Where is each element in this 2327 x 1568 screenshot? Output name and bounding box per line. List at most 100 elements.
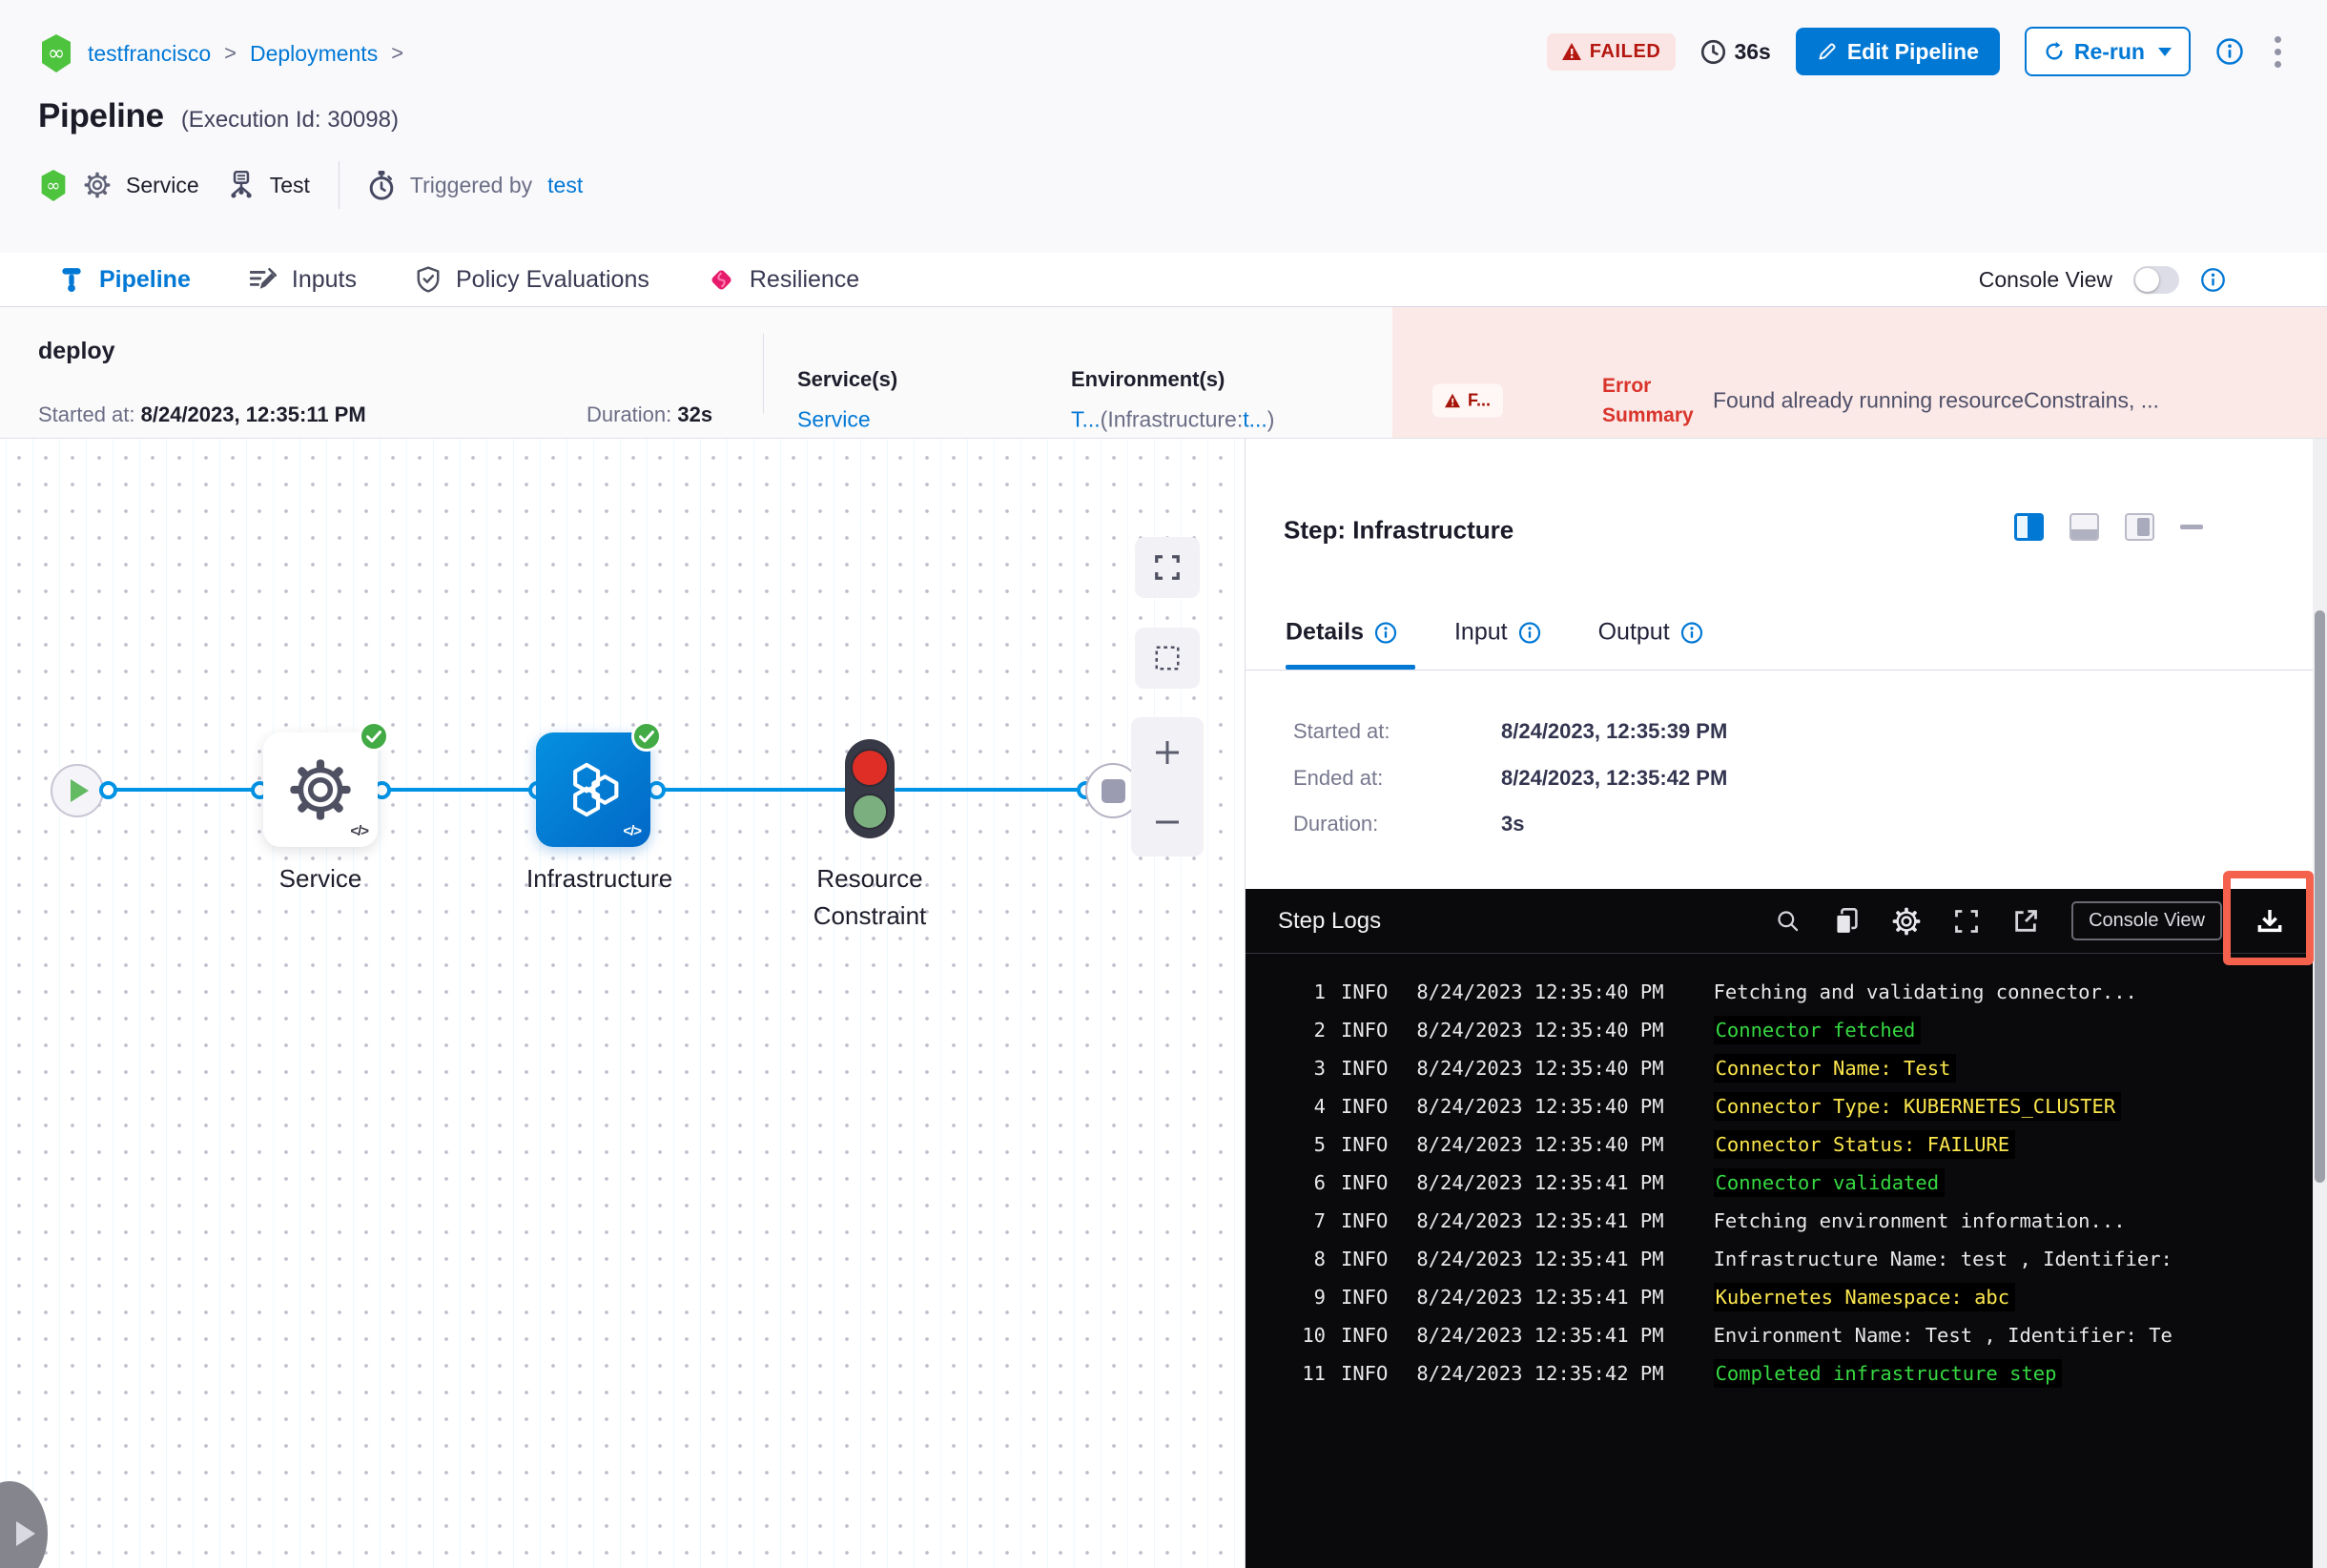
step-logs-title: Step Logs — [1278, 907, 1382, 934]
info-icon[interactable] — [2200, 267, 2226, 293]
marquee-select-button[interactable] — [1135, 628, 1200, 689]
stop-icon — [1101, 778, 1125, 803]
divider — [763, 334, 764, 414]
title-row: Pipeline (Execution Id: 30098) — [38, 97, 399, 135]
log-timestamp: 8/24/2023 12:35:41 PM — [1416, 1324, 1664, 1347]
rerun-button[interactable]: Re-run — [2024, 27, 2191, 76]
resilience-icon — [711, 269, 731, 290]
gear-icon — [290, 759, 351, 820]
log-level: INFO — [1341, 1133, 1389, 1156]
log-level: INFO — [1341, 1019, 1389, 1042]
tab-resilience[interactable]: Resilience — [709, 266, 859, 294]
edit-pipeline-button[interactable]: Edit Pipeline — [1795, 28, 2000, 75]
log-line: 11 INFO 8/24/2023 12:35:42 PM Completed … — [1246, 1354, 2314, 1393]
gear-icon — [1892, 907, 1921, 935]
log-timestamp: 8/24/2023 12:35:41 PM — [1416, 1286, 1664, 1309]
resource-constraint-node[interactable] — [845, 739, 895, 838]
copy-logs-button[interactable] — [1833, 907, 1860, 936]
info-icon[interactable] — [2215, 37, 2244, 66]
warning-icon — [1561, 43, 1581, 60]
scrollbar-thumb[interactable] — [2315, 610, 2325, 1183]
log-message: Environment Name: Test , Identifier: Te — [1713, 1324, 2173, 1347]
zoom-out-button[interactable] — [1131, 787, 1204, 856]
environments-value[interactable]: T...(Infrastructure:t...) — [1071, 407, 1274, 433]
log-message: Kubernetes Namespace: abc — [1713, 1283, 2016, 1311]
code-tag: </> — [350, 823, 369, 839]
log-line: 9 INFO 8/24/2023 12:35:41 PM Kubernetes … — [1246, 1278, 2314, 1316]
bottom-view-button[interactable] — [2070, 513, 2099, 541]
triggered-by-value[interactable]: test — [547, 173, 583, 198]
log-level: INFO — [1341, 1248, 1389, 1270]
services-link[interactable]: Service — [797, 407, 871, 433]
log-message: Connector fetched — [1713, 1016, 1922, 1044]
fullscreen-logs-button[interactable] — [1953, 908, 1980, 935]
tab-policy-evaluations[interactable]: Policy Evaluations — [416, 266, 649, 294]
tab-output[interactable]: Output — [1598, 619, 1703, 647]
log-line: 1 INFO 8/24/2023 12:35:40 PM Fetching an… — [1246, 973, 2314, 1011]
environment-icon — [231, 171, 252, 198]
right-view-button[interactable] — [2125, 513, 2154, 541]
log-line: 7 INFO 8/24/2023 12:35:41 PM Fetching en… — [1246, 1202, 2314, 1240]
download-button-highlight — [2223, 871, 2314, 965]
step-panel-tabs: Details Input Output — [1286, 619, 1703, 647]
open-in-new-button[interactable] — [2012, 908, 2039, 935]
log-level: INFO — [1341, 1324, 1389, 1347]
panel-scrollbar[interactable] — [2313, 439, 2327, 1568]
pipeline-graph-canvas[interactable]: </> Service </> Infrastructure Resource … — [0, 439, 1245, 1568]
search-logs-button[interactable] — [1775, 908, 1801, 934]
zoom-controls — [1131, 717, 1204, 856]
detail-value: 8/24/2023, 12:35:42 PM — [1501, 766, 1728, 790]
service-step-node[interactable]: </> — [263, 721, 389, 847]
minimize-panel-button[interactable] — [2180, 525, 2203, 529]
fullscreen-icon — [1955, 909, 1978, 933]
breadcrumb-deployments-link[interactable]: Deployments — [250, 41, 378, 67]
svg-text:∞: ∞ — [48, 42, 65, 66]
log-settings-button[interactable] — [1892, 907, 1921, 936]
stage-name: deploy — [38, 338, 115, 364]
triggered-by-label: Triggered by — [409, 172, 533, 197]
infrastructure-node-label: Infrastructure — [526, 864, 673, 893]
log-message: Connector validated — [1713, 1168, 1946, 1197]
info-icon — [1518, 621, 1540, 644]
harness-logo-icon: ∞ — [38, 169, 69, 201]
tab-pipeline[interactable]: Pipeline — [59, 266, 191, 294]
log-line: 10 INFO 8/24/2023 12:35:41 PM Environmen… — [1246, 1316, 2314, 1354]
svg-text:∞: ∞ — [46, 175, 60, 196]
more-options-menu[interactable] — [2269, 31, 2287, 73]
log-message: Connector Name: Test — [1713, 1054, 1957, 1083]
gear-icon — [84, 172, 111, 198]
console-view-label: Console View — [1978, 266, 2112, 292]
console-view-button[interactable]: Console View — [2071, 901, 2222, 940]
split-view-button[interactable] — [2014, 513, 2044, 541]
service-name[interactable]: Service — [126, 173, 199, 198]
execution-tab-bar: Pipeline Inputs Policy Evaluations Resil… — [0, 253, 2327, 558]
log-message: Fetching environment information... — [1713, 1209, 2126, 1232]
tab-inputs[interactable]: Inputs — [249, 266, 357, 294]
error-summary-label: Error Summary — [1602, 375, 1694, 426]
tab-details[interactable]: Details — [1286, 619, 1397, 647]
environment-name[interactable]: Test — [270, 173, 310, 198]
zoom-in-button[interactable] — [1131, 717, 1204, 787]
panel-layout-controls — [2014, 513, 2203, 541]
error-summary-region — [1392, 307, 2327, 438]
pipeline-execution-screen: ∞ testfrancisco > Deployments > FAILED 3… — [0, 0, 2327, 1568]
console-view-toggle[interactable] — [2133, 265, 2179, 294]
log-line-number: 9 — [1313, 1286, 1326, 1309]
detail-value: 3s — [1501, 812, 1525, 836]
log-timestamp: 8/24/2023 12:35:41 PM — [1416, 1248, 1664, 1270]
pipeline-icon — [62, 268, 81, 293]
log-lines[interactable]: 1 INFO 8/24/2023 12:35:40 PM Fetching an… — [1246, 973, 2314, 1393]
log-line: 4 INFO 8/24/2023 12:35:40 PM Connector T… — [1246, 1087, 2314, 1125]
header-actions: FAILED 36s Edit Pipeline Re-run — [1546, 27, 2287, 76]
infrastructure-step-node[interactable]: </> — [536, 721, 662, 847]
log-line-number: 5 — [1313, 1133, 1326, 1156]
fit-to-screen-button[interactable] — [1135, 537, 1200, 598]
breadcrumb-project-link[interactable]: testfrancisco — [88, 41, 211, 67]
copy-icon — [1835, 907, 1858, 934]
tab-input[interactable]: Input — [1454, 619, 1541, 647]
traffic-light-red — [851, 748, 889, 787]
arrow-right-icon — [16, 1521, 35, 1546]
expand-panel-handle[interactable] — [0, 1481, 48, 1568]
graph-edge — [654, 788, 847, 792]
log-message: Infrastructure Name: test , Identifier: — [1713, 1248, 2173, 1270]
